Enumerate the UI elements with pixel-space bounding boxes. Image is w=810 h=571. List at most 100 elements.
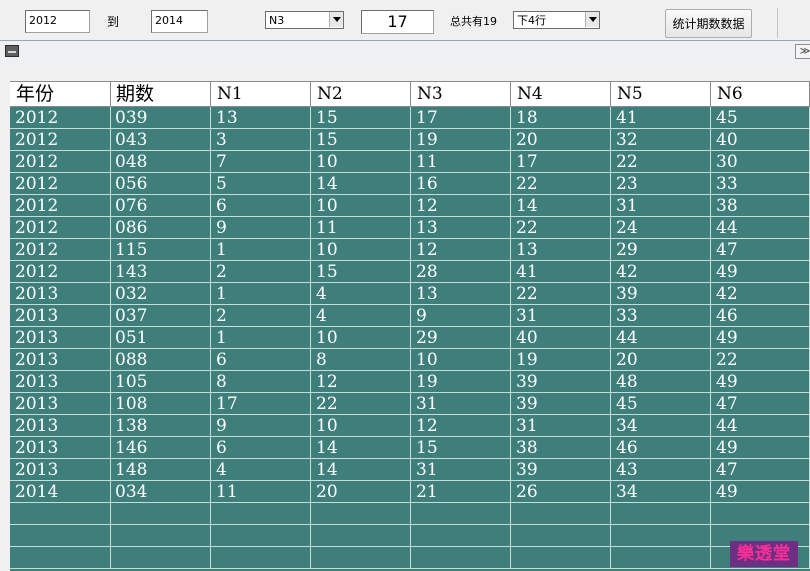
table-cell[interactable]: 2012 <box>10 239 111 261</box>
table-row[interactable]: 2013 032 1 4 13 22 39 42 <box>10 283 810 305</box>
column-header[interactable]: N6 <box>711 81 810 107</box>
table-cell[interactable]: 11 <box>311 217 411 239</box>
table-cell[interactable]: 10 <box>411 349 511 371</box>
table-cell[interactable]: 5 <box>211 173 311 195</box>
table-cell[interactable]: 23 <box>611 173 711 195</box>
table-row[interactable]: 2012 115 1 10 12 13 29 47 <box>10 239 810 261</box>
table-cell[interactable]: 49 <box>711 481 810 503</box>
table-cell[interactable]: 12 <box>311 371 411 393</box>
number-field[interactable]: 17 <box>361 10 434 34</box>
table-cell[interactable]: 29 <box>411 327 511 349</box>
table-cell[interactable]: 47 <box>711 459 810 481</box>
table-cell[interactable]: 14 <box>511 195 611 217</box>
chevron-down-icon[interactable] <box>329 12 343 27</box>
table-cell[interactable]: 9 <box>211 217 311 239</box>
table-cell[interactable]: 49 <box>711 327 810 349</box>
column-header[interactable]: N1 <box>211 81 311 107</box>
table-cell[interactable]: 2012 <box>10 129 111 151</box>
table-cell[interactable]: 31 <box>511 415 611 437</box>
table-cell[interactable]: 146 <box>110 437 211 459</box>
table-cell[interactable]: 4 <box>311 305 411 327</box>
table-cell[interactable]: 26 <box>511 481 611 503</box>
table-cell[interactable]: 49 <box>711 371 810 393</box>
table-cell[interactable]: 44 <box>611 327 711 349</box>
table-cell[interactable]: 31 <box>411 459 511 481</box>
table-cell[interactable]: 7 <box>211 151 311 173</box>
end-year-field[interactable]: 2014 <box>151 10 208 33</box>
table-cell[interactable]: 39 <box>511 459 611 481</box>
table-cell[interactable]: 2013 <box>10 327 111 349</box>
table-cell[interactable]: 42 <box>711 283 810 305</box>
column-header[interactable]: N2 <box>311 81 411 107</box>
table-cell[interactable]: 14 <box>311 173 411 195</box>
table-cell[interactable]: 47 <box>711 393 810 415</box>
table-cell[interactable]: 032 <box>110 283 211 305</box>
table-cell[interactable]: 2 <box>211 305 311 327</box>
table-cell[interactable]: 2012 <box>10 217 111 239</box>
table-cell[interactable]: 14 <box>311 437 411 459</box>
table-cell[interactable]: 2013 <box>10 415 111 437</box>
table-cell[interactable]: 46 <box>711 305 810 327</box>
table-row[interactable]: 2013 037 2 4 9 31 33 46 <box>10 305 810 327</box>
table-row[interactable]: 2013 138 9 10 12 31 34 44 <box>10 415 810 437</box>
table-cell[interactable]: 47 <box>711 239 810 261</box>
table-cell[interactable]: 10 <box>311 239 411 261</box>
table-cell[interactable]: 39 <box>611 283 711 305</box>
table-cell[interactable]: 11 <box>411 151 511 173</box>
table-cell[interactable]: 6 <box>211 349 311 371</box>
table-cell[interactable]: 22 <box>511 173 611 195</box>
rows-select[interactable]: 下4行 <box>513 11 600 29</box>
table-cell[interactable]: 048 <box>110 151 211 173</box>
table-cell[interactable]: 28 <box>411 261 511 283</box>
table-cell[interactable]: 039 <box>110 107 211 129</box>
table-cell[interactable]: 17 <box>411 107 511 129</box>
table-cell[interactable]: 15 <box>311 129 411 151</box>
table-cell[interactable]: 31 <box>511 305 611 327</box>
table-cell[interactable]: 32 <box>611 129 711 151</box>
table-cell[interactable]: 48 <box>611 371 711 393</box>
table-row[interactable]: 2012 086 9 11 13 22 24 44 <box>10 217 810 239</box>
start-year-field[interactable]: 2012 <box>25 10 90 33</box>
table-cell[interactable]: 138 <box>110 415 211 437</box>
table-cell[interactable]: 13 <box>411 217 511 239</box>
column-header[interactable]: N5 <box>611 81 711 107</box>
table-cell[interactable]: 49 <box>711 437 810 459</box>
table-cell[interactable]: 22 <box>511 283 611 305</box>
table-cell[interactable]: 076 <box>110 195 211 217</box>
table-cell[interactable]: 043 <box>110 129 211 151</box>
table-cell[interactable]: 12 <box>411 415 511 437</box>
table-cell[interactable]: 45 <box>611 393 711 415</box>
table-cell[interactable]: 2013 <box>10 283 111 305</box>
table-cell[interactable]: 41 <box>511 261 611 283</box>
table-cell[interactable]: 22 <box>611 151 711 173</box>
table-cell[interactable]: 056 <box>110 173 211 195</box>
table-row[interactable]: 2013 051 1 10 29 40 44 49 <box>10 327 810 349</box>
table-cell[interactable]: 2013 <box>10 349 111 371</box>
table-cell[interactable]: 6 <box>211 437 311 459</box>
table-row[interactable]: 2012 039 13 15 17 18 41 45 <box>10 107 810 129</box>
table-cell[interactable]: 31 <box>611 195 711 217</box>
table-cell[interactable]: 10 <box>311 415 411 437</box>
table-cell[interactable]: 10 <box>311 195 411 217</box>
table-cell[interactable]: 19 <box>511 349 611 371</box>
table-cell[interactable]: 1 <box>211 239 311 261</box>
table-cell[interactable]: 30 <box>711 151 810 173</box>
table-row[interactable]: 2013 105 8 12 19 39 48 49 <box>10 371 810 393</box>
table-cell[interactable]: 2013 <box>10 393 111 415</box>
table-cell[interactable]: 2013 <box>10 371 111 393</box>
table-cell[interactable]: 1 <box>211 327 311 349</box>
table-cell[interactable]: 14 <box>311 459 411 481</box>
table-cell[interactable]: 9 <box>411 305 511 327</box>
stats-button[interactable]: 统计期数数据 <box>665 9 752 38</box>
table-cell[interactable]: 2012 <box>10 173 111 195</box>
table-cell[interactable]: 2013 <box>10 459 111 481</box>
table-cell[interactable]: 088 <box>110 349 211 371</box>
table-cell[interactable]: 13 <box>411 283 511 305</box>
table-cell[interactable]: 16 <box>411 173 511 195</box>
table-cell[interactable]: 3 <box>211 129 311 151</box>
table-row[interactable]: 2014 034 11 20 21 26 34 49 <box>10 481 810 503</box>
table-cell[interactable]: 40 <box>511 327 611 349</box>
table-cell[interactable]: 12 <box>411 239 511 261</box>
table-row[interactable]: 2012 043 3 15 19 20 32 40 <box>10 129 810 151</box>
column-header[interactable]: 期数 <box>110 81 211 107</box>
